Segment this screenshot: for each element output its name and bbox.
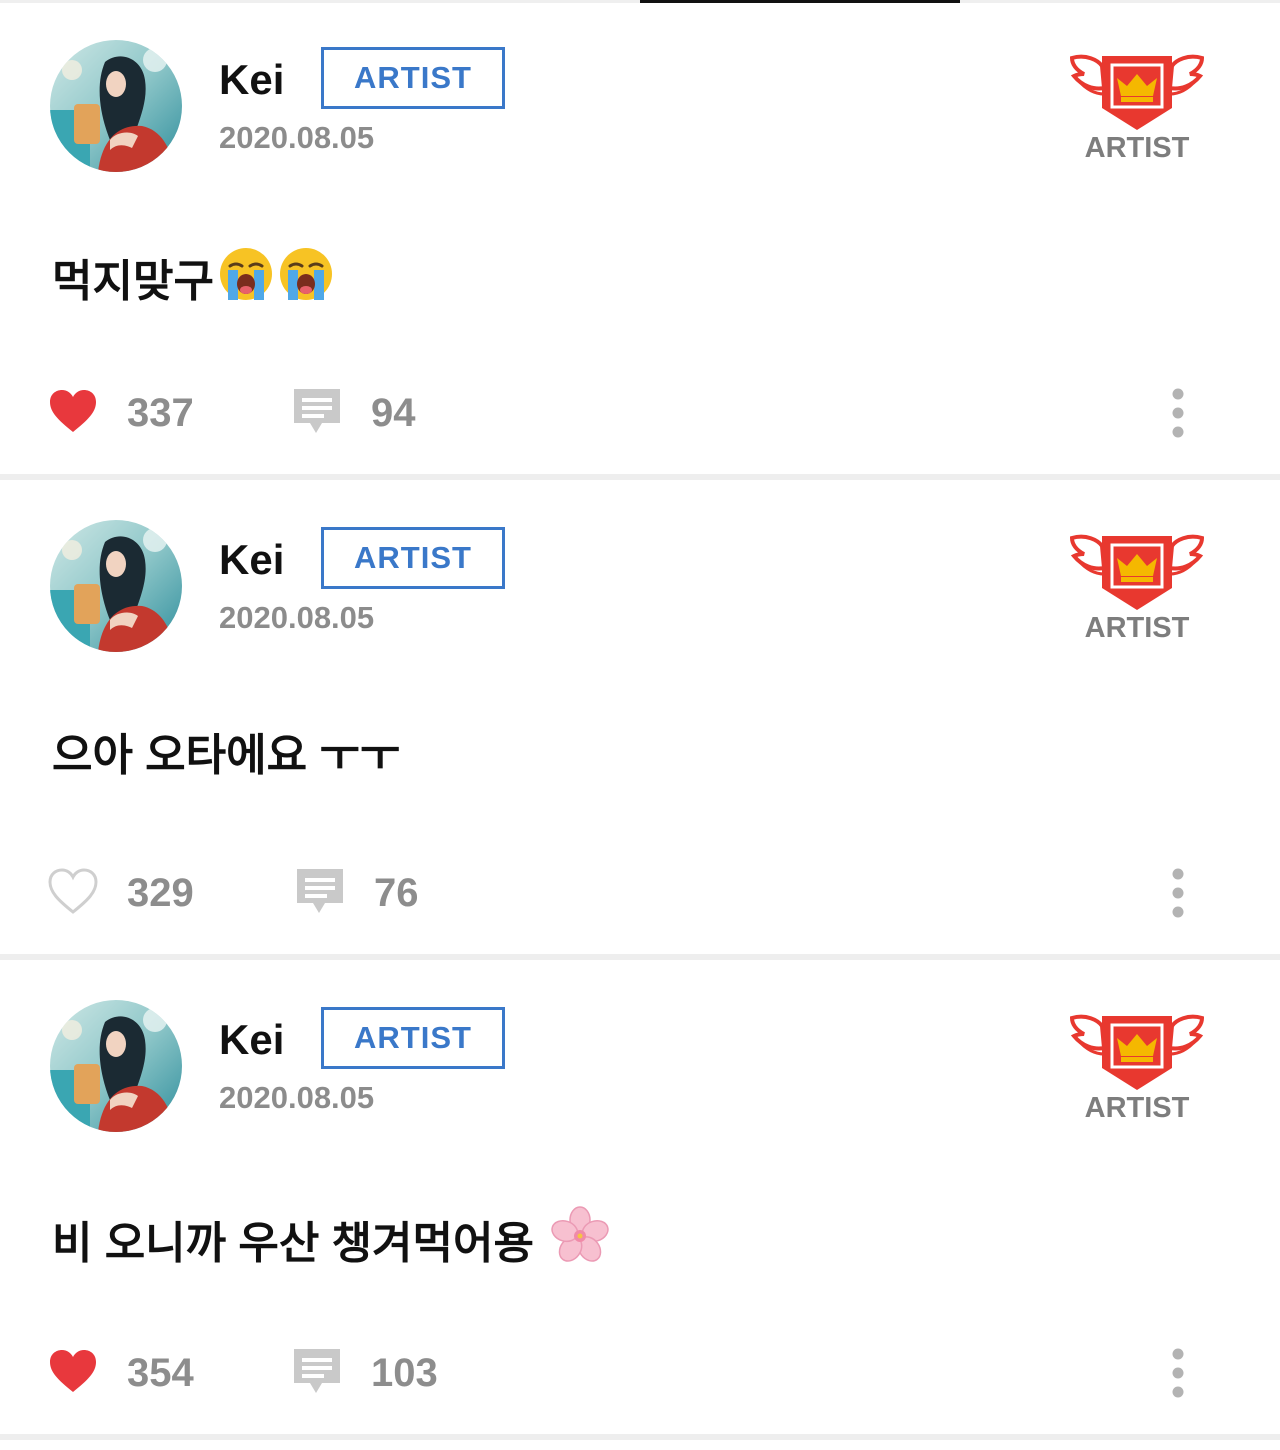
post-date: 2020.08.05 xyxy=(219,120,375,155)
post-date: 2020.08.05 xyxy=(219,600,375,635)
comment-count: 94 xyxy=(371,391,416,435)
more-options-icon[interactable] xyxy=(1160,386,1196,440)
post-body: 으아 오타에요 ㅜㅜ xyxy=(52,726,400,786)
loudly-crying-face-icon xyxy=(218,246,274,302)
like-count: 329 xyxy=(127,871,194,915)
artist-crest-label: ARTIST xyxy=(1084,132,1190,164)
post-text: 으아 오타에요 ㅜㅜ xyxy=(52,731,401,780)
more-options-icon[interactable] xyxy=(1160,866,1196,920)
more-options-icon[interactable] xyxy=(1160,1346,1196,1400)
avatar[interactable] xyxy=(50,520,182,652)
post-text: 먹지맞구 xyxy=(52,257,214,306)
emoji-group xyxy=(214,246,334,318)
artist-crest-label: ARTIST xyxy=(1084,1092,1190,1124)
post-body: 먹지맞구 xyxy=(52,246,334,318)
post-card: Kei ARTIST 2020.08.05 ARTIST 비 오니까 우산 챙겨… xyxy=(0,960,1280,1440)
post-date: 2020.08.05 xyxy=(219,1080,375,1115)
heart-filled-icon[interactable] xyxy=(48,1348,98,1396)
post-card: Kei ARTIST 2020.08.05 ARTIST 먹지맞구 337 94 xyxy=(0,0,1280,480)
emoji-group xyxy=(534,1206,610,1282)
heart-filled-icon[interactable] xyxy=(48,388,98,436)
post-body: 비 오니까 우산 챙겨먹어용 xyxy=(52,1206,610,1282)
post-divider xyxy=(0,1434,1280,1440)
comment-count: 103 xyxy=(371,1351,438,1395)
like-count: 337 xyxy=(127,391,194,435)
cherry-blossom-icon xyxy=(550,1206,610,1266)
heart-outline-icon[interactable] xyxy=(48,868,98,916)
post-card: Kei ARTIST 2020.08.05 ARTIST 으아 오타에요 ㅜㅜ … xyxy=(0,480,1280,960)
avatar[interactable] xyxy=(50,40,182,172)
artist-crest-label: ARTIST xyxy=(1084,612,1190,644)
like-count: 354 xyxy=(127,1351,194,1395)
comment-icon[interactable] xyxy=(295,867,345,919)
comment-icon[interactable] xyxy=(292,1347,342,1399)
comment-count: 76 xyxy=(374,871,419,915)
avatar[interactable] xyxy=(50,1000,182,1132)
username[interactable]: Kei xyxy=(219,52,284,108)
username[interactable]: Kei xyxy=(219,1012,284,1068)
artist-badge: ARTIST xyxy=(321,47,505,109)
artist-badge: ARTIST xyxy=(321,1007,505,1069)
post-text: 비 오니까 우산 챙겨먹어용 xyxy=(52,1219,534,1268)
artist-badge: ARTIST xyxy=(321,527,505,589)
username[interactable]: Kei xyxy=(219,532,284,588)
comment-icon[interactable] xyxy=(292,387,342,439)
loudly-crying-face-icon xyxy=(278,246,334,302)
